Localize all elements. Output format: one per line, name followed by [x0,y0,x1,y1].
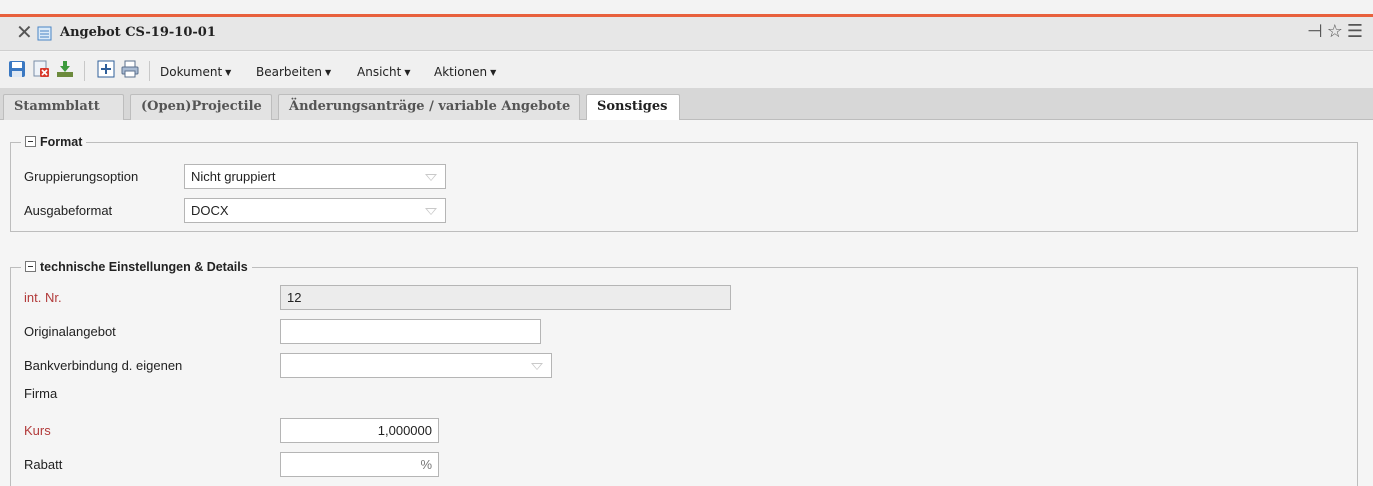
add-document-icon[interactable] [97,60,115,78]
save-icon[interactable] [8,60,26,78]
collapse-icon[interactable] [25,261,36,272]
star-icon[interactable]: ☆ [1327,22,1343,42]
technical-legend: technische Einstellungen & Details [21,260,252,274]
format-legend: Format [21,135,86,149]
tab-bar: Stammblatt (Open)Projectile Änderungsant… [0,88,1373,121]
print-icon[interactable] [121,60,139,78]
bank-label-line2: Firma [24,386,58,401]
tab-stammblatt[interactable]: Stammblatt [3,94,124,120]
pin-icon[interactable]: ⊣ [1307,22,1323,42]
original-offer-field[interactable] [280,319,541,344]
rabatt-label: Rabatt [24,457,63,472]
dropdown-arrow-icon[interactable] [425,174,437,181]
kurs-label: Kurs [24,423,51,438]
kurs-field[interactable]: 1,000000 [280,418,439,443]
caret-down-icon: ▼ [324,68,332,77]
caret-down-icon: ▼ [225,68,232,77]
int-nr-field: 12 [280,285,731,310]
tab-openprojectile[interactable]: (Open)Projectile [130,94,272,120]
download-icon[interactable] [56,60,74,78]
grouping-select[interactable]: Nicht gruppiert [184,164,446,189]
grouping-label: Gruppierungsoption [24,169,139,184]
output-format-value: DOCX [191,203,229,218]
dropdown-arrow-icon[interactable] [425,208,437,215]
window-title: Angebot CS-19-10-01 [60,25,216,40]
output-format-label: Ausgabeformat [24,203,113,218]
tab-sonstiges[interactable]: Sonstiges [586,94,680,121]
toolbar: Dokument ▼ Bearbeiten ▼ Ansicht ▼ Aktionen ▼ [0,52,1373,88]
toolbar-separator [149,61,150,81]
menu-ansicht[interactable]: Ansicht ▼ [357,65,410,79]
rabatt-field[interactable]: % [280,452,439,477]
tab-aenderungsantraege[interactable]: Änderungsanträge / variable Angebote [278,94,580,120]
dropdown-arrow-icon[interactable] [531,363,543,370]
close-icon[interactable]: ✕ [16,22,33,42]
delete-document-icon[interactable] [32,60,50,78]
caret-down-icon: ▼ [404,68,411,77]
tab-content: Format Gruppierungsoption Nicht gruppier… [0,120,1373,486]
title-actions: ⊣ ☆ ☰ [1307,22,1363,42]
caret-down-icon: ▼ [490,68,497,77]
window-titlebar: ✕ Angebot CS-19-10-01 ⊣ ☆ ☰ [0,17,1373,51]
output-format-select[interactable]: DOCX [184,198,446,223]
grouping-value: Nicht gruppiert [191,169,276,184]
toolbar-separator [84,61,85,81]
document-icon [37,26,52,45]
menu-dokument[interactable]: Dokument ▼ [160,65,231,79]
bank-account-select[interactable] [280,353,552,378]
menu-bearbeiten[interactable]: Bearbeiten ▼ [256,65,331,79]
int-nr-label: int. Nr. [24,290,62,305]
menu-aktionen[interactable]: Aktionen ▼ [434,65,496,79]
original-offer-label: Originalangebot [24,324,116,339]
bank-label-line1: Bankverbindung d. eigenen [24,358,183,373]
collapse-icon[interactable] [25,136,36,147]
hamburger-menu-icon[interactable]: ☰ [1347,22,1363,42]
